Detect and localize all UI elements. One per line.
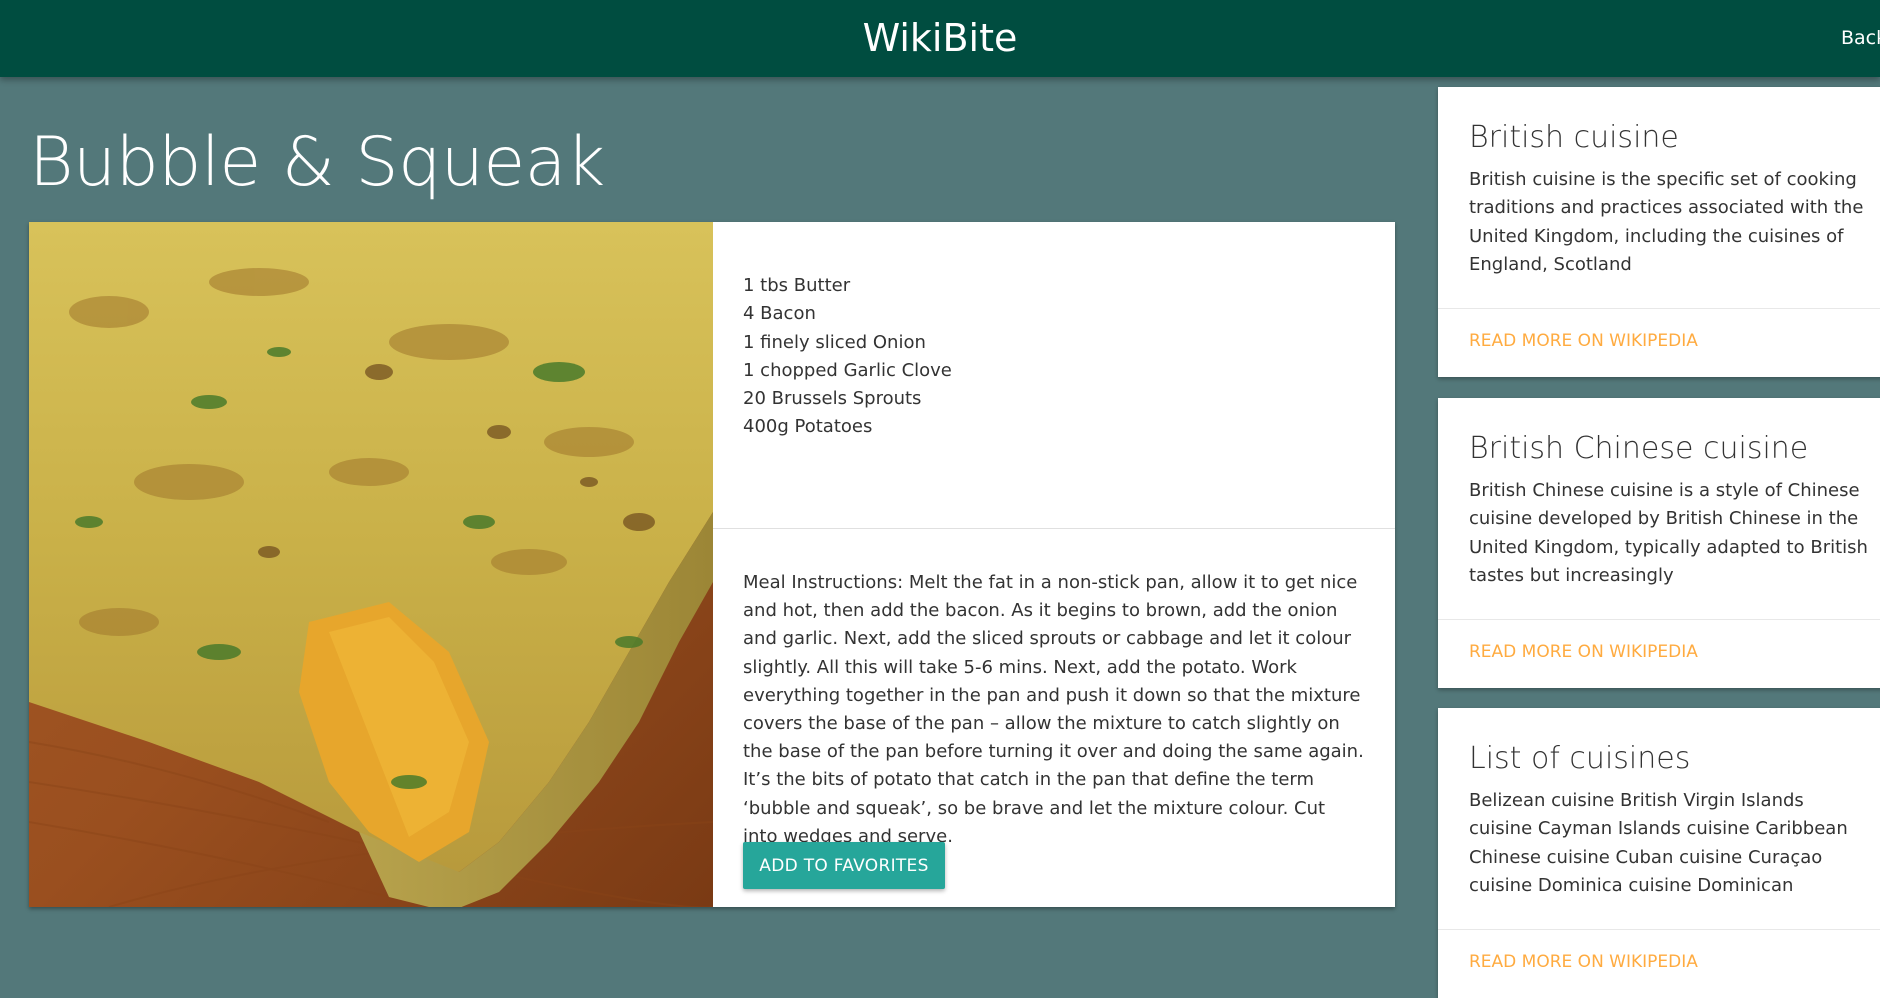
card-summary: Belizean cuisine British Virgin Islands … [1469,790,1848,896]
brand-logo[interactable]: WikiBite [0,0,1880,77]
ingredient-item: 1 chopped Garlic Clove [743,359,952,381]
add-to-favorites-button[interactable]: ADD TO FAVORITES [743,842,945,889]
back-link[interactable]: Back [1841,0,1880,77]
card-action: READ MORE ON WIKIPEDIA [1438,308,1880,377]
card-summary: British cuisine is the specific set of c… [1469,169,1864,275]
read-more-link[interactable]: READ MORE ON WIKIPEDIA [1469,952,1698,972]
card-action: READ MORE ON WIKIPEDIA [1438,929,1880,998]
ingredient-list: 1 tbs Butter 4 Bacon 1 finely sliced Oni… [743,272,952,442]
related-card-list-of-cuisines: List of cuisines Belizean cuisine Britis… [1438,708,1880,998]
meal-instructions: Meal Instructions: Melt the fat in a non… [743,572,1364,847]
card-title: British cuisine [1469,120,1679,155]
card-action: READ MORE ON WIKIPEDIA [1438,619,1880,688]
ingredient-item: 20 Brussels Sprouts [743,388,922,410]
related-card-british-chinese-cuisine: British Chinese cuisine British Chinese … [1438,398,1880,688]
ingredient-item: 400g Potatoes [743,416,873,438]
related-card-british-cuisine: British cuisine British cuisine is the s… [1438,87,1880,377]
ingredient-item: 4 Bacon [743,303,816,325]
ingredient-item: 1 tbs Butter [743,275,851,296]
page-title: Bubble & Squeak [29,123,605,202]
top-navbar: WikiBite Back [0,0,1880,77]
recipe-card: 1 tbs Butter 4 Bacon 1 finely sliced Oni… [29,222,1395,907]
card-summary: British Chinese cuisine is a style of Ch… [1469,480,1868,586]
ingredients-section: 1 tbs Butter 4 Bacon 1 finely sliced Oni… [713,222,1395,529]
read-more-link[interactable]: READ MORE ON WIKIPEDIA [1469,642,1698,662]
recipe-image [29,222,713,907]
card-title: List of cuisines [1469,741,1691,776]
card-title: British Chinese cuisine [1469,431,1809,466]
read-more-link[interactable]: READ MORE ON WIKIPEDIA [1469,331,1698,351]
ingredient-item: 1 finely sliced Onion [743,331,926,353]
